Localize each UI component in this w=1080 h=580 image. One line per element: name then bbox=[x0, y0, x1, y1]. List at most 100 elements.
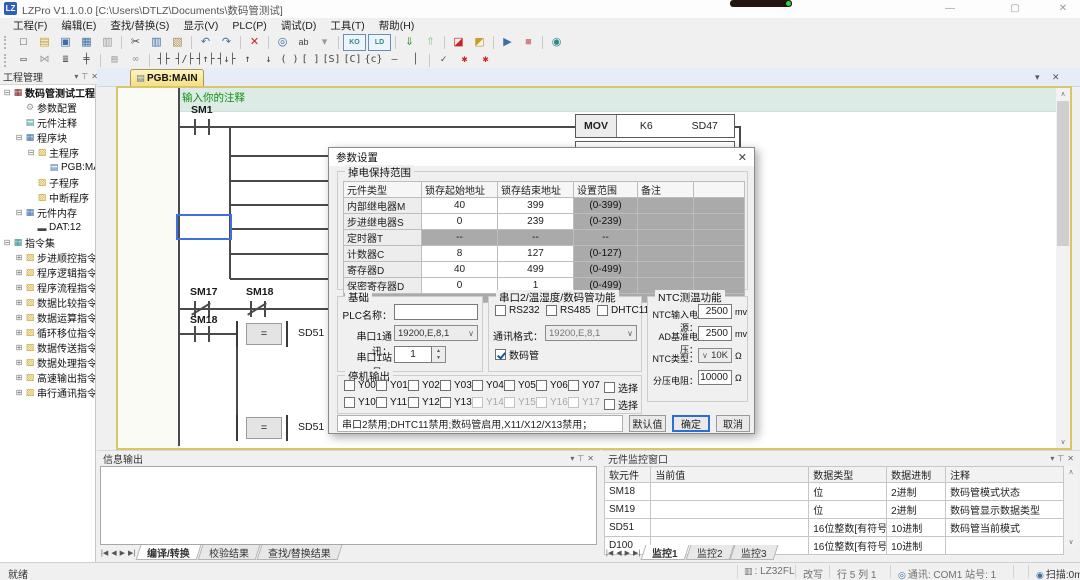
tree-item-interrupt-program[interactable]: ▨中断程序 bbox=[0, 190, 95, 205]
ntc-type-select[interactable]: ∨ 10K bbox=[698, 348, 732, 363]
mov-instruction-block[interactable]: MOV K6 SD47 bbox=[575, 114, 735, 138]
y04-checkbox[interactable]: Y04 bbox=[472, 380, 504, 391]
merge-icon[interactable]: ▤ bbox=[105, 53, 124, 68]
monitor-scrollbar[interactable]: ∧ ∨ bbox=[1064, 466, 1078, 548]
menu-find-replace[interactable]: 查找/替换(S) bbox=[103, 18, 176, 33]
contact-no-icon[interactable]: ┤├ bbox=[154, 53, 173, 68]
retain-range-table[interactable]: 元件类型 锁存起始地址 锁存结束地址 设置范围 备注 内部继电器M40399(0… bbox=[343, 181, 745, 303]
select-row1-checkbox[interactable]: 选择 bbox=[604, 380, 638, 395]
scroll-up-icon[interactable]: ∧ bbox=[1064, 466, 1078, 478]
pulse-up-icon[interactable]: ↑ bbox=[238, 53, 257, 68]
download-plc-icon[interactable]: ⇓ bbox=[400, 35, 419, 50]
y11-checkbox[interactable]: Y11 bbox=[376, 397, 407, 408]
cancel-button[interactable]: 取消 bbox=[716, 415, 750, 432]
window-menu-icon[interactable]: ▾ bbox=[1050, 454, 1054, 463]
del-h-line-icon[interactable]: ✱ bbox=[455, 53, 474, 68]
ladder-view-icon[interactable]: KO bbox=[343, 34, 366, 51]
undo-icon[interactable]: ↶ bbox=[196, 35, 215, 50]
tree-item-program-blocks[interactable]: ⊟▦程序块 bbox=[0, 130, 95, 145]
compare-operand-sd51[interactable]: SD51 bbox=[298, 421, 324, 433]
close-icon[interactable]: ✕ bbox=[587, 454, 594, 463]
menu-plc[interactable]: PLC(P) bbox=[225, 20, 273, 32]
menu-edit[interactable]: 编辑(E) bbox=[54, 18, 103, 33]
contact-fall-icon[interactable]: ┤↓├ bbox=[217, 53, 236, 68]
copy-icon[interactable]: ▥ bbox=[147, 35, 166, 50]
unlink-icon[interactable]: ∞ bbox=[126, 53, 145, 68]
select-row2-checkbox[interactable]: 选择 bbox=[604, 397, 638, 412]
expander-icon[interactable]: ⊞ bbox=[14, 253, 24, 262]
tree-item-flow-instructions[interactable]: ⊞▨程序流程指令 bbox=[0, 280, 95, 295]
h-line-icon[interactable]: — bbox=[385, 53, 404, 68]
instruction-view-icon[interactable]: LD bbox=[368, 34, 391, 51]
new-icon[interactable]: □ bbox=[14, 35, 33, 50]
y00-checkbox[interactable]: Y00 bbox=[344, 380, 376, 391]
tree-item-dat12[interactable]: ▬DAT:12 bbox=[0, 220, 95, 235]
station-value[interactable]: 1 bbox=[394, 346, 432, 363]
dialog-title-bar[interactable]: 参数设置 ✕ bbox=[329, 148, 754, 166]
contact-label-sm18[interactable]: SM18 bbox=[190, 314, 217, 326]
rs485-checkbox[interactable]: RS485 bbox=[546, 305, 591, 316]
nav-last-icon[interactable]: ▶| bbox=[128, 549, 135, 557]
tree-item-transfer-instructions[interactable]: ⊞▨数据传送指令 bbox=[0, 340, 95, 355]
coil-icon[interactable]: ( ) bbox=[280, 53, 299, 68]
expander-icon[interactable]: ⊞ bbox=[14, 343, 24, 352]
y02-checkbox[interactable]: Y02 bbox=[408, 380, 440, 391]
expander-icon[interactable]: ⊞ bbox=[14, 283, 24, 292]
nav-prev-icon[interactable]: ◀ bbox=[111, 549, 116, 557]
scroll-down-icon[interactable]: ∨ bbox=[1056, 436, 1070, 448]
close-button[interactable]: ✕ bbox=[1048, 1, 1078, 16]
del-v-line-icon[interactable]: ✱ bbox=[476, 53, 495, 68]
save-all-icon[interactable]: ▦ bbox=[77, 35, 96, 50]
expander-icon[interactable]: ⊞ bbox=[14, 313, 24, 322]
ad-ref-input[interactable]: 2500 bbox=[698, 326, 732, 341]
check-line-icon[interactable]: ✓ bbox=[434, 53, 453, 68]
close-tab-icon[interactable]: ✕ bbox=[1052, 72, 1060, 83]
cut-icon[interactable]: ✂ bbox=[126, 35, 145, 50]
table-row[interactable]: 寄存器D40499(0-499) bbox=[344, 262, 745, 278]
nav-first-icon[interactable]: |◀ bbox=[101, 549, 108, 557]
tree-item-shift-instructions[interactable]: ⊞▨循环移位指令 bbox=[0, 325, 95, 340]
tab-list-icon[interactable]: ▾ bbox=[1035, 72, 1040, 83]
pin-icon[interactable]: ⊤ bbox=[1057, 454, 1064, 463]
expander-icon[interactable]: ⊞ bbox=[14, 358, 24, 367]
nav-next-icon[interactable]: ▶ bbox=[120, 549, 125, 557]
selected-cell[interactable] bbox=[176, 214, 232, 240]
replace-icon[interactable]: ab bbox=[294, 35, 313, 50]
scrollbar-thumb[interactable] bbox=[1057, 101, 1069, 246]
pin-icon[interactable]: ⊤ bbox=[577, 454, 584, 463]
contact-sm18[interactable] bbox=[208, 326, 210, 342]
table-row[interactable]: 步进继电器S0239(0-239) bbox=[344, 214, 745, 230]
tab-monitor2[interactable]: 监控2 bbox=[685, 545, 733, 560]
tree-item-instruction-set[interactable]: ⊟▦指令集 bbox=[0, 235, 95, 250]
compile-all-icon[interactable]: ◩ bbox=[470, 35, 489, 50]
com1-format-select[interactable]: 19200,E,8,1 ∨ bbox=[394, 325, 478, 341]
nav-first-icon[interactable]: |◀ bbox=[606, 549, 613, 557]
menu-tools[interactable]: 工具(T) bbox=[323, 18, 371, 33]
tab-monitor1[interactable]: 监控1 bbox=[641, 545, 689, 560]
nav-next-icon[interactable]: ▶ bbox=[625, 549, 630, 557]
monitor-table[interactable]: 软元件 当前值 数据类型 数据进制 注释 SM18位2进制数码管模式状态 SM1… bbox=[604, 466, 1064, 555]
pulse-down-icon[interactable]: ↓ bbox=[259, 53, 278, 68]
window-menu-icon[interactable]: ▾ bbox=[74, 72, 78, 81]
y05-checkbox[interactable]: Y05 bbox=[504, 380, 536, 391]
tree-item-step-instructions[interactable]: ⊞▨步进顺控指令 bbox=[0, 250, 95, 265]
function-box-icon[interactable]: [ ] bbox=[301, 53, 320, 68]
contact-sm18[interactable] bbox=[194, 326, 196, 342]
paste-icon[interactable]: ▧ bbox=[168, 35, 187, 50]
tree-item-comments[interactable]: ▤元件注释 bbox=[0, 115, 95, 130]
insert-row-icon[interactable]: ≣ bbox=[56, 53, 75, 68]
menu-view[interactable]: 显示(V) bbox=[176, 18, 225, 33]
monitor-row[interactable]: SM18位2进制数码管模式状态 bbox=[605, 483, 1064, 501]
y07-checkbox[interactable]: Y07 bbox=[568, 380, 600, 391]
expander-icon[interactable]: ⊞ bbox=[14, 373, 24, 382]
tree-item-compare-instructions[interactable]: ⊞▨数据比较指令 bbox=[0, 295, 95, 310]
compile-icon[interactable]: ◪ bbox=[449, 35, 468, 50]
expander-icon[interactable]: ⊟ bbox=[2, 88, 12, 97]
default-button[interactable]: 默认值 bbox=[629, 415, 666, 432]
window-menu-icon[interactable]: ▾ bbox=[570, 454, 574, 463]
contact-label-sm18[interactable]: SM18 bbox=[246, 286, 273, 298]
digit-tube-checkbox[interactable]: 数码管 bbox=[495, 347, 539, 362]
monitor-row[interactable]: SD5116位整数[有符号]10进制数码管当前模式 bbox=[605, 519, 1064, 537]
nav-prev-icon[interactable]: ◀ bbox=[616, 549, 621, 557]
menu-project[interactable]: 工程(F) bbox=[6, 18, 54, 33]
